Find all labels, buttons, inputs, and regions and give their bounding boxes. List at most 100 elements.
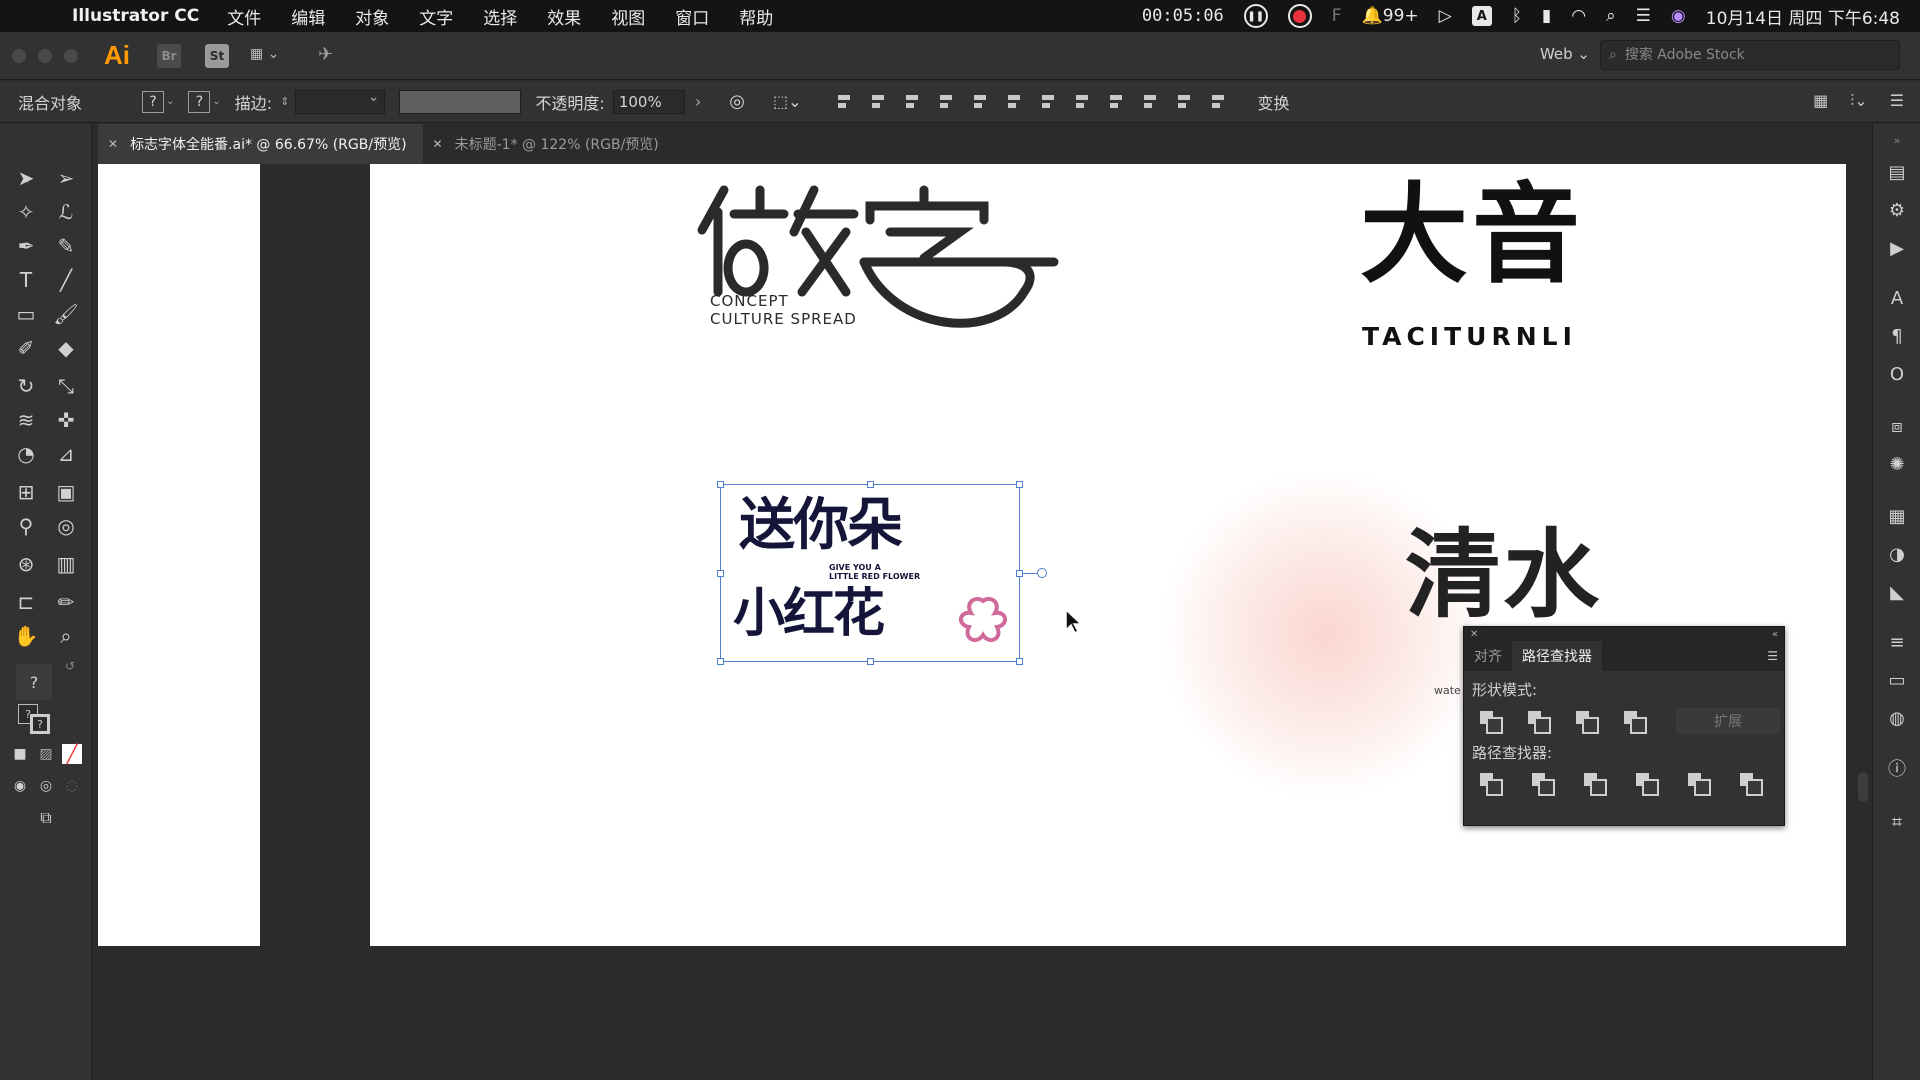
window-minimize-button[interactable] [38,49,52,63]
resize-handle-ne[interactable] [1016,481,1023,488]
curvature-tool-icon[interactable]: ✎ [52,232,80,260]
libraries-icon[interactable]: ▤ [1885,160,1909,184]
line-tool-icon[interactable]: ╱ [52,266,80,294]
battery-icon[interactable]: ▮ [1542,6,1551,26]
distribute-top-icon[interactable] [1039,91,1061,113]
lasso-tool-icon[interactable]: ℒ [52,198,80,226]
distribute-bottom-icon[interactable] [1107,91,1129,113]
graphic-style-swatch[interactable] [399,89,522,114]
screen-mode-icon[interactable]: ⧉ [32,804,60,832]
width-tool-icon[interactable]: ≋ [12,406,40,434]
panel-menu-icon[interactable]: ☰ [1890,91,1904,111]
direct-selection-tool-icon[interactable]: ➢ [52,164,80,192]
record-icon[interactable] [1287,4,1312,28]
align-bottom-icon[interactable] [1005,91,1027,113]
color-mode-icon[interactable]: ■ [6,740,34,768]
resize-handle-e[interactable] [1016,570,1023,577]
opentype-icon[interactable]: O [1885,362,1909,386]
isolate-group-icon[interactable]: ▦ [1813,91,1828,111]
resize-handle-n[interactable] [867,481,874,488]
align-right-icon[interactable] [903,91,925,113]
character-icon[interactable]: A [1885,286,1909,310]
chevron-right-icon[interactable]: › [695,92,701,111]
gradient-mode-icon[interactable]: ▨ [32,740,60,768]
unite-button[interactable] [1478,709,1503,734]
paragraph-icon[interactable]: ¶ [1885,324,1909,348]
shape-builder-tool-icon[interactable]: ◔ [12,440,40,468]
actions-play-icon[interactable]: ▶ [1885,236,1909,260]
info-icon[interactable]: ⓘ [1885,756,1909,780]
close-icon[interactable]: ✕ [433,137,443,151]
fill-swatch[interactable]: ? [142,90,165,113]
chevron-down-icon[interactable]: ⌄ [166,96,174,107]
wifi-icon[interactable]: ◠ [1571,6,1586,26]
workspace-switcher[interactable]: Web ⌄ [1540,45,1590,63]
intersect-button[interactable] [1574,709,1599,734]
spotlight-search-icon[interactable]: ⌕ [1606,6,1616,26]
panel-menu-icon[interactable]: ☰ [1767,649,1778,663]
siri-icon[interactable]: ◉ [1671,6,1686,26]
resize-handle-s[interactable] [867,658,874,665]
puppet-warp-tool-icon[interactable]: ✜ [52,406,80,434]
canvas[interactable]: CONCEPT CULTURE SPREAD 大音 TACITURNLI 送你朵… [92,164,1872,1080]
close-icon[interactable]: ✕ [1470,629,1478,640]
asset-export-icon[interactable]: ⧈ [1885,414,1909,438]
transparency-icon[interactable]: ▭ [1885,668,1909,692]
control-center-icon[interactable]: ☰ [1636,6,1651,26]
transform-button[interactable]: 变换 [1257,90,1289,114]
outline-button[interactable] [1686,771,1711,796]
app-status-icon[interactable]: F [1332,6,1342,26]
recolor-icon[interactable]: ◎ [729,91,745,112]
transform-panel-icon[interactable]: ⌗ [1885,810,1909,834]
minus-back-button[interactable] [1738,771,1763,796]
distribute-hcenter-icon[interactable] [1175,91,1197,113]
distribute-vcenter-icon[interactable] [1073,91,1095,113]
rectangle-tool-icon[interactable]: ▭ [12,300,40,328]
align-left-icon[interactable] [835,91,857,113]
resize-handle-w[interactable] [717,570,724,577]
gradient-tool-icon[interactable]: ▣ [52,478,80,506]
menu-clock[interactable]: 10月14日 周四 下午6:48 [1706,4,1900,29]
arrange-documents-button[interactable]: ▦ ⌄ [250,46,279,62]
stroke-panel-icon[interactable]: ≡ [1885,630,1909,654]
rotate-tool-icon[interactable]: ↻ [12,372,40,400]
layers-icon[interactable]: ◍ [1885,706,1909,730]
gpu-performance-icon[interactable]: ✈ [318,44,333,65]
logo4-chinese[interactable]: 清水 [1405,520,1601,630]
bridge-button[interactable]: Br [157,44,181,68]
eyedropper-tool-icon[interactable]: ⚲ [12,512,40,540]
slice-tool-icon[interactable]: ✏ [52,588,80,616]
rotate-handle[interactable] [1037,568,1047,578]
menu-object[interactable]: 对象 [355,4,389,29]
menu-window[interactable]: 窗口 [675,4,709,29]
close-icon[interactable]: ✕ [108,137,118,151]
stock-search-input[interactable] [1624,47,1855,63]
stroke-stepper[interactable]: ⇕ [280,95,289,108]
notification-badge[interactable]: 🔔99+ [1362,6,1419,26]
tab-document-main[interactable]: ✕ 标志字体全能番.ai* @ 66.67% (RGB/预览) [98,124,423,164]
menu-edit[interactable]: 编辑 [291,4,325,29]
selection-tool-icon[interactable]: ➤ [12,164,40,192]
minus-front-button[interactable] [1526,709,1551,734]
swap-colors-icon[interactable]: ↺ [56,652,84,680]
align-top-icon[interactable] [937,91,959,113]
exclude-button[interactable] [1622,709,1647,734]
artboard-main[interactable]: CONCEPT CULTURE SPREAD 大音 TACITURNLI 送你朵… [370,164,1846,946]
swatches-icon[interactable]: ▦ [1885,504,1909,528]
chevron-down-icon[interactable]: ⌄ [212,96,220,107]
pen-tool-icon[interactable]: ✒ [12,232,40,260]
artboard-tool-icon[interactable]: ⊏ [12,588,40,616]
crop-button[interactable] [1634,771,1659,796]
distribute-right-icon[interactable] [1209,91,1231,113]
align-vcenter-icon[interactable] [971,91,993,113]
menu-view[interactable]: 视图 [611,4,645,29]
draw-inside-icon[interactable]: ◌ [58,772,86,800]
stroke-weight-select[interactable] [295,89,386,114]
paintbrush-tool-icon[interactable]: 🖌 [52,300,80,328]
resize-handle-nw[interactable] [717,481,724,488]
collapse-dock-icon[interactable]: » [1885,128,1909,152]
vertical-scrollbar-thumb[interactable] [1858,772,1868,802]
input-method-icon[interactable]: A [1471,6,1492,26]
align-to-selection-icon[interactable]: ⬚⌄ [773,92,802,111]
menu-file[interactable]: 文件 [227,4,261,29]
